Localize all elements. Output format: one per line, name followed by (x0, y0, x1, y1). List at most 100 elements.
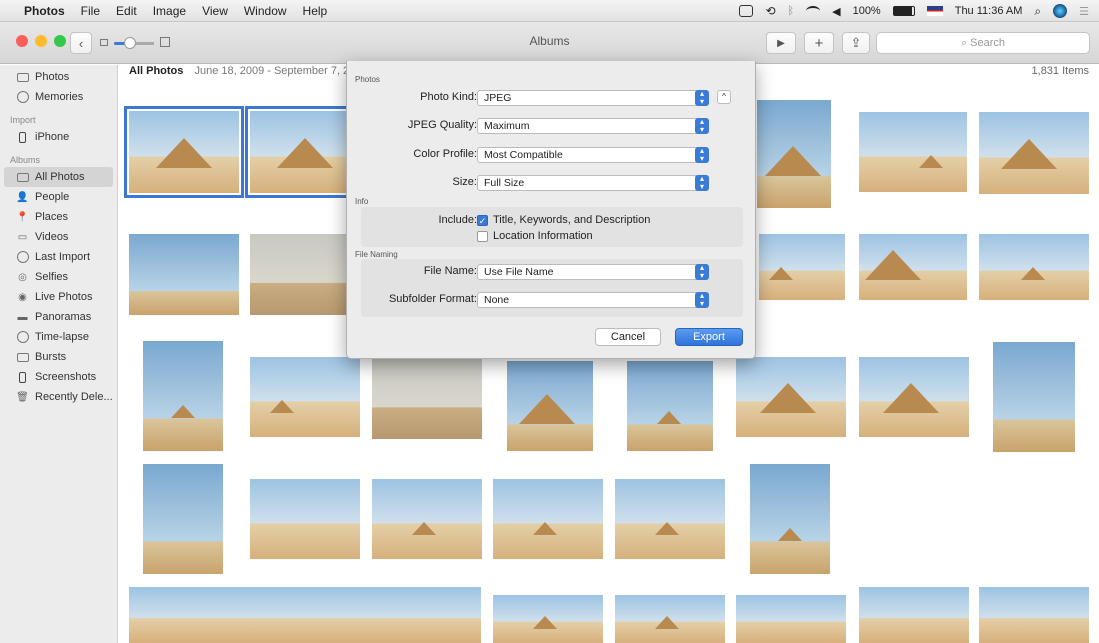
photo-thumbnail[interactable] (129, 234, 239, 315)
sidebar-item-time-lapse[interactable]: Time-lapse (0, 327, 117, 347)
photo-thumbnail[interactable] (143, 341, 223, 451)
all-photos-icon (16, 172, 29, 183)
notification-center-icon[interactable]: ☰ (1079, 5, 1089, 18)
photo-thumbnail[interactable] (993, 342, 1075, 452)
collapse-chevron-icon[interactable]: ^ (717, 90, 731, 104)
search-icon: ⌕ (960, 37, 971, 49)
clock[interactable]: Thu 11:36 AM (955, 5, 1023, 17)
photo-thumbnail[interactable] (124, 106, 244, 198)
photo-thumbnail[interactable] (493, 479, 603, 559)
photo-thumbnail[interactable] (736, 357, 846, 437)
menu-photos[interactable]: Photos (24, 4, 65, 18)
photo-thumbnail[interactable] (615, 595, 725, 643)
file-name-select[interactable]: Use File Name ▴ ▾ (477, 264, 709, 280)
photo-thumbnail[interactable] (979, 112, 1089, 194)
menu-help[interactable]: Help (303, 4, 328, 18)
photo-thumbnail[interactable] (507, 361, 593, 451)
menu-image[interactable]: Image (153, 4, 186, 18)
add-button[interactable]: + (804, 32, 834, 54)
slideshow-button[interactable]: ▶ (766, 32, 796, 54)
photo-thumbnail[interactable] (859, 587, 969, 643)
memories-icon (16, 91, 29, 103)
include-title-checkbox[interactable]: ✓ (477, 215, 488, 226)
photo-thumbnail[interactable] (372, 359, 482, 439)
sidebar-item-videos[interactable]: ▭ Videos (0, 227, 117, 247)
photo-thumbnail[interactable] (372, 479, 482, 559)
sidebar-item-people[interactable]: 👤 People (0, 187, 117, 207)
photo-thumbnail[interactable] (250, 234, 360, 315)
photo-thumbnail[interactable] (859, 234, 967, 300)
input-source-icon[interactable] (926, 6, 943, 16)
sidebar: Photos Memories Import iPhone Albums All… (0, 65, 118, 643)
menu-window[interactable]: Window (244, 4, 287, 18)
photo-thumbnail[interactable] (757, 100, 831, 208)
photo-thumbnail[interactable] (736, 595, 846, 643)
photo-thumbnail[interactable] (250, 479, 360, 559)
library-title: All Photos (129, 65, 184, 77)
sidebar-item-memories[interactable]: Memories (0, 87, 117, 107)
photo-thumbnail[interactable] (493, 595, 603, 643)
sidebar-header-albums: Albums (10, 155, 41, 165)
jpeg-quality-select[interactable]: Maximum ▴ ▾ (477, 118, 709, 134)
siri-icon[interactable] (1053, 4, 1068, 18)
battery-icon[interactable] (892, 6, 915, 16)
search-placeholder: Search (970, 37, 1006, 49)
size-select[interactable]: Full Size ▴ ▾ (477, 175, 709, 191)
library-header: All Photos June 18, 2009 - September 7, … (129, 65, 368, 81)
sidebar-item-places[interactable]: 📍 Places (0, 207, 117, 227)
share-button[interactable]: ⇪ (842, 32, 870, 54)
file-name-row: File Name: Use File Name ▴ ▾ (347, 264, 757, 280)
spotlight-icon[interactable]: ⌕ (1034, 4, 1041, 19)
include-title-label: Title, Keywords, and Description (493, 214, 651, 226)
photo-thumbnail[interactable] (627, 361, 713, 451)
bluetooth-icon[interactable]: ᛒ (788, 5, 795, 17)
sidebar-item-panoramas[interactable]: ▬ Panoramas (0, 307, 117, 327)
photo-thumbnail[interactable] (250, 357, 360, 437)
include-row: Include: ✓ Title, Keywords, and Descript… (347, 213, 757, 229)
export-button[interactable]: Export (675, 328, 743, 346)
photo-thumbnail[interactable] (859, 112, 967, 192)
include-location-checkbox[interactable] (477, 231, 488, 242)
sidebar-item-label: Screenshots (35, 371, 97, 383)
bursts-icon (16, 352, 29, 363)
photo-thumbnail[interactable] (129, 587, 481, 643)
section-naming-header: File Naming (355, 250, 398, 259)
time-machine-icon[interactable]: ⟲ (765, 4, 775, 18)
menu-view[interactable]: View (202, 4, 228, 18)
photo-thumbnail[interactable] (979, 234, 1089, 300)
file-name-label: File Name: (423, 265, 477, 277)
sidebar-item-selfies[interactable]: ◎ Selfies (0, 267, 117, 287)
volume-icon[interactable]: ◀ (832, 5, 840, 18)
include-label: Include: (438, 214, 477, 226)
photo-kind-select[interactable]: JPEG ▴ ▾ (477, 90, 709, 106)
sidebar-item-screenshots[interactable]: Screenshots (0, 367, 117, 387)
subfolder-select[interactable]: None ▴ ▾ (477, 292, 709, 308)
panoramas-icon: ▬ (17, 311, 28, 323)
size-value: Full Size (484, 177, 525, 189)
sidebar-item-label: Time-lapse (35, 331, 89, 343)
sidebar-item-recently-deleted[interactable]: 🗑 Recently Dele... (0, 387, 117, 407)
photo-thumbnail[interactable] (750, 464, 830, 574)
cancel-button[interactable]: Cancel (595, 328, 661, 346)
photo-thumbnail[interactable] (615, 479, 725, 559)
sidebar-item-iphone[interactable]: iPhone (0, 127, 117, 147)
menu-edit[interactable]: Edit (116, 4, 137, 18)
photo-thumbnail[interactable] (245, 106, 365, 198)
sidebar-item-last-import[interactable]: Last Import (0, 247, 117, 267)
search-input[interactable]: ⌕ Search (876, 32, 1090, 54)
photo-thumbnail[interactable] (143, 464, 223, 574)
photo-thumbnail[interactable] (979, 587, 1089, 643)
sidebar-item-photos[interactable]: Photos (0, 67, 117, 87)
photo-thumbnail[interactable] (859, 357, 969, 437)
section-photos-header: Photos (355, 75, 380, 84)
wifi-icon[interactable] (806, 6, 821, 16)
sidebar-item-live-photos[interactable]: ◉ Live Photos (0, 287, 117, 307)
menu-file[interactable]: File (81, 4, 100, 18)
color-profile-select[interactable]: Most Compatible ▴ ▾ (477, 147, 709, 163)
photo-thumbnail[interactable] (759, 234, 845, 300)
sidebar-item-all-photos[interactable]: All Photos (4, 167, 113, 187)
iphone-icon (16, 131, 29, 143)
photo-kind-label: Photo Kind: (420, 91, 477, 103)
sidebar-item-bursts[interactable]: Bursts (0, 347, 117, 367)
screen-icon[interactable] (739, 5, 754, 17)
